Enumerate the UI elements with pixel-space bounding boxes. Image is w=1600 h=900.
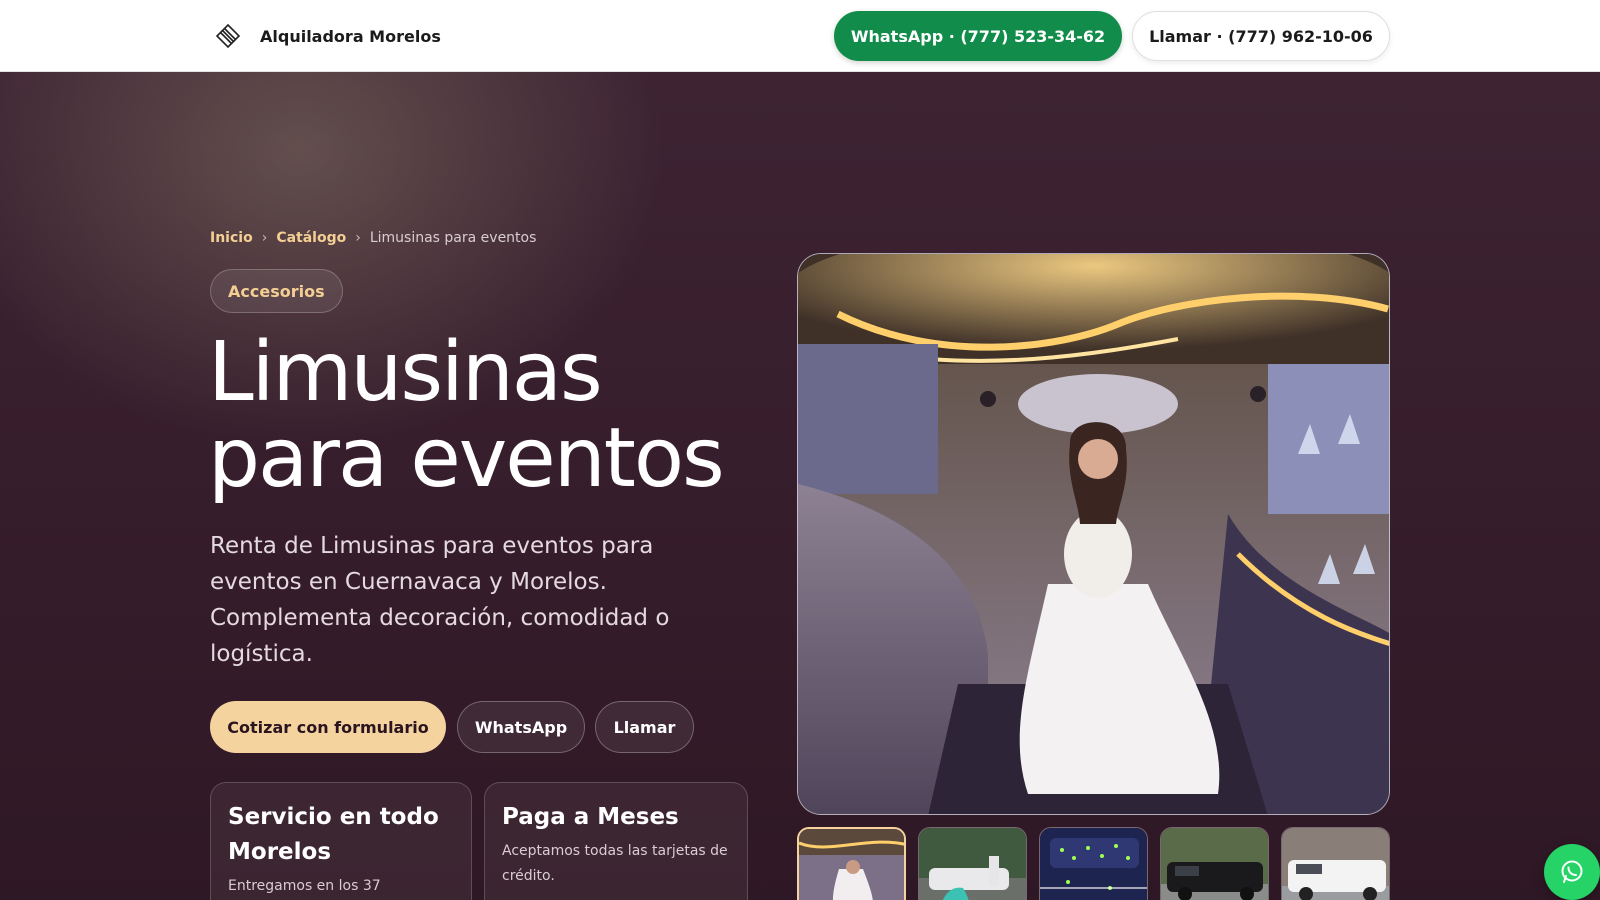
breadcrumb-catalog-link[interactable]: Catálogo	[276, 230, 346, 246]
breadcrumb-separator: ›	[355, 230, 361, 246]
brand-logo-icon	[210, 18, 246, 54]
feature-card-coverage: Servicio en todo Morelos Entregamos en l…	[210, 782, 472, 900]
feature-card-title: Servicio en todo Morelos	[228, 804, 439, 865]
gallery-thumbnail[interactable]	[1281, 827, 1390, 900]
call-button[interactable]: Llamar	[595, 701, 694, 753]
top-navigation-bar: Alquiladora Morelos WhatsApp · (777) 523…	[0, 0, 1600, 72]
breadcrumb-current: Limusinas para eventos	[369, 230, 537, 246]
gallery-thumbnail[interactable]	[1039, 827, 1148, 900]
whatsapp-icon	[1561, 860, 1583, 883]
page-title-line-1: Limusinas	[208, 325, 603, 420]
floating-whatsapp-button[interactable]	[1544, 844, 1600, 900]
category-badge[interactable]: Accesorios	[210, 269, 343, 313]
gallery-thumbnail[interactable]	[1160, 827, 1269, 900]
breadcrumb-separator: ›	[261, 230, 268, 246]
breadcrumb: Inicio › Catálogo › Limusinas para event…	[210, 230, 536, 246]
feature-card-installments: Paga a Meses Aceptamos todas las tarjeta…	[484, 782, 748, 900]
gallery-thumbnails	[797, 827, 1390, 900]
gallery-thumbnail[interactable]	[918, 827, 1027, 900]
limousine-interior-image	[798, 254, 1389, 814]
brand-name: Alquiladora Morelos	[260, 26, 441, 46]
page-title-line-2: para eventos	[208, 411, 725, 506]
feature-card-title: Paga a Meses	[502, 804, 679, 830]
breadcrumb-home-link[interactable]: Inicio	[210, 230, 253, 246]
page-description: Renta de Limusinas para eventos para eve…	[210, 533, 670, 667]
header-call-button[interactable]: Llamar · (777) 962-10-06	[1132, 11, 1390, 61]
gallery-thumbnail[interactable]	[797, 827, 906, 900]
whatsapp-button[interactable]: WhatsApp	[457, 701, 585, 753]
header-whatsapp-button[interactable]: WhatsApp · (777) 523-34-62	[834, 11, 1122, 61]
page-title: Limusinas para eventos	[208, 330, 748, 502]
feature-card-text: Entregamos en los 37	[228, 878, 381, 894]
quote-form-button[interactable]: Cotizar con formulario	[210, 701, 446, 753]
hero-section: Inicio › Catálogo › Limusinas para event…	[0, 72, 1600, 900]
main-product-photo[interactable]	[797, 253, 1390, 815]
brand[interactable]: Alquiladora Morelos	[210, 17, 441, 55]
feature-card-text: Aceptamos todas las tarjetas de crédito.	[502, 843, 728, 884]
